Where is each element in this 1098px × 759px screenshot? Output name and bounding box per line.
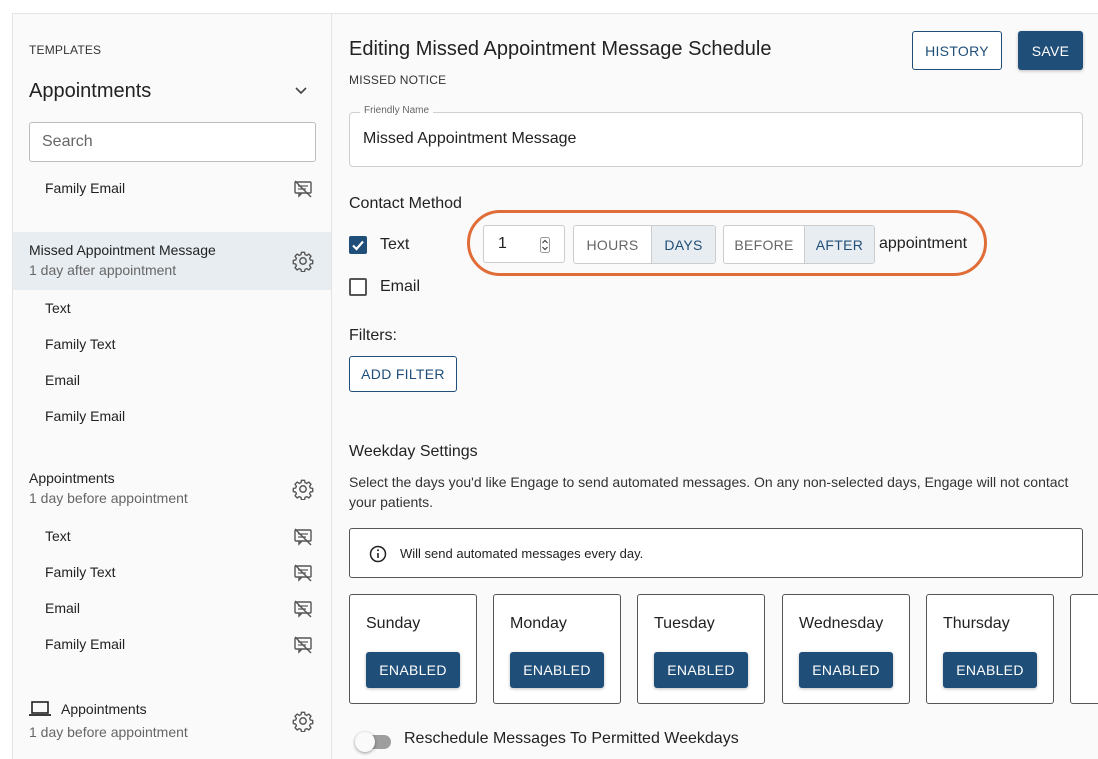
- template-group-missed-appointment[interactable]: Missed Appointment Message 1 day after a…: [13, 232, 331, 290]
- message-off-icon: [294, 180, 312, 198]
- template-group-subtitle: 1 day before appointment: [29, 490, 188, 506]
- reschedule-toggle[interactable]: [355, 730, 391, 752]
- list-item[interactable]: Family Email: [13, 627, 331, 663]
- day-card-partial: [1070, 594, 1098, 704]
- sunday-enabled-button[interactable]: ENABLED: [366, 652, 460, 688]
- template-group-appointments-laptop[interactable]: Appointments 1 day before appointment: [13, 691, 331, 749]
- reschedule-label: Reschedule Messages To Permitted Weekday…: [404, 730, 739, 747]
- checkbox-label: Email: [380, 278, 421, 295]
- template-group-subtitle: 1 day before appointment: [29, 724, 188, 740]
- checkbox-label: Text: [380, 236, 410, 253]
- offset-number-input[interactable]: 1: [483, 225, 565, 263]
- day-card-sunday: Sunday ENABLED: [349, 594, 477, 704]
- day-name: Tuesday: [654, 615, 715, 632]
- list-item-label: Email: [45, 372, 81, 388]
- chevron-down-icon: [295, 87, 307, 95]
- timing-before-option[interactable]: BEFORE: [724, 226, 804, 263]
- add-filter-button[interactable]: ADD FILTER: [349, 356, 457, 392]
- contact-method-email-checkbox[interactable]: Email: [349, 276, 439, 298]
- template-group-title: Appointments: [29, 470, 115, 486]
- laptop-icon: [29, 701, 51, 716]
- unit-hours-option[interactable]: HOURS: [574, 226, 651, 263]
- day-card-wednesday: Wednesday ENABLED: [782, 594, 910, 704]
- weekday-settings-heading: Weekday Settings: [349, 443, 478, 460]
- message-off-icon: [294, 636, 312, 654]
- day-card-monday: Monday ENABLED: [493, 594, 621, 704]
- timing-toggle: BEFORE AFTER: [723, 225, 875, 264]
- template-category-select[interactable]: Appointments: [29, 76, 313, 106]
- list-item-label: Family Email: [45, 408, 126, 424]
- message-off-icon: [294, 600, 312, 618]
- contact-method-text-checkbox[interactable]: Text: [349, 234, 429, 256]
- app-window: TEMPLATES Appointments Family Email Miss…: [12, 13, 1098, 759]
- page-subtitle: MISSED NOTICE: [349, 73, 447, 87]
- wednesday-enabled-button[interactable]: ENABLED: [799, 652, 893, 688]
- page-title: Editing Missed Appointment Message Sched…: [349, 38, 772, 60]
- day-name: Monday: [510, 615, 567, 632]
- day-card-thursday: Thursday ENABLED: [926, 594, 1054, 704]
- template-category-value: Appointments: [29, 80, 152, 102]
- info-text: Will send automated messages every day.: [400, 546, 644, 561]
- spinner-icon[interactable]: [540, 237, 550, 253]
- search-input[interactable]: [29, 122, 316, 162]
- info-banner: Will send automated messages every day.: [349, 528, 1083, 578]
- list-item[interactable]: Email: [13, 363, 331, 399]
- offset-value: 1: [498, 235, 507, 252]
- unit-toggle: HOURS DAYS: [573, 225, 716, 264]
- history-button[interactable]: HISTORY: [912, 31, 1002, 70]
- gear-icon[interactable]: [292, 710, 314, 732]
- friendly-name-field[interactable]: Friendly Name: [349, 105, 1083, 167]
- timing-after-option[interactable]: AFTER: [804, 226, 874, 263]
- monday-enabled-button[interactable]: ENABLED: [510, 652, 604, 688]
- template-group-appointments[interactable]: Appointments 1 day before appointment: [13, 460, 331, 518]
- list-item[interactable]: Family Text: [13, 555, 331, 591]
- list-item-label: Family Email: [45, 636, 126, 652]
- list-item-label: Text: [45, 300, 71, 316]
- template-group-subtitle: 1 day after appointment: [29, 262, 177, 278]
- schedule-editor: Editing Missed Appointment Message Sched…: [333, 14, 1098, 759]
- day-name: Sunday: [366, 615, 421, 632]
- list-item[interactable]: Text: [13, 519, 331, 555]
- templates-label: TEMPLATES: [29, 43, 102, 57]
- day-name: Wednesday: [799, 615, 884, 632]
- day-card-tuesday: Tuesday ENABLED: [637, 594, 765, 704]
- list-item-label: Family Text: [45, 336, 116, 352]
- tuesday-enabled-button[interactable]: ENABLED: [654, 652, 748, 688]
- toggle-knob: [355, 732, 375, 752]
- gear-icon[interactable]: [292, 478, 314, 500]
- list-item-label: Text: [45, 528, 71, 544]
- sidebar: TEMPLATES Appointments Family Email Miss…: [13, 14, 332, 759]
- list-item[interactable]: Family Text: [13, 327, 331, 363]
- template-group-title: Appointments: [61, 701, 147, 717]
- friendly-name-input[interactable]: [363, 130, 1063, 148]
- gear-icon[interactable]: [292, 250, 314, 272]
- message-off-icon: [294, 564, 312, 582]
- list-item[interactable]: Family Email: [13, 171, 331, 207]
- message-off-icon: [294, 528, 312, 546]
- unit-days-option[interactable]: DAYS: [651, 226, 715, 263]
- info-icon: [369, 545, 387, 563]
- checkbox-unchecked-icon: [349, 278, 367, 296]
- save-button[interactable]: SAVE: [1018, 31, 1083, 70]
- day-name: Thursday: [943, 615, 1010, 632]
- thursday-enabled-button[interactable]: ENABLED: [943, 652, 1037, 688]
- appointment-label: appointment: [879, 235, 968, 252]
- list-item-label: Family Text: [45, 564, 116, 580]
- checkbox-checked-icon: [349, 236, 367, 254]
- list-item[interactable]: Text: [13, 291, 331, 327]
- filters-heading: Filters:: [349, 327, 397, 344]
- list-item[interactable]: Email: [13, 591, 331, 627]
- template-group-title: Missed Appointment Message: [29, 242, 216, 258]
- list-item-label: Email: [45, 600, 81, 616]
- friendly-name-label: Friendly Name: [360, 105, 434, 116]
- list-item-label: Family Email: [45, 180, 126, 196]
- weekday-description: Select the days you'd like Engage to sen…: [349, 474, 1069, 510]
- contact-method-heading: Contact Method: [349, 195, 462, 212]
- list-item[interactable]: Family Email: [13, 399, 331, 435]
